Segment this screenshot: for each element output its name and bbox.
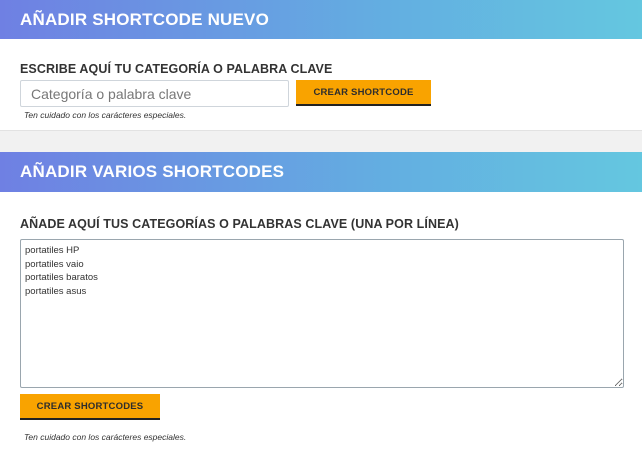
section-separator [0, 130, 642, 152]
create-shortcodes-button[interactable]: CREAR SHORTCODES [20, 394, 160, 420]
keywords-textarea[interactable] [20, 239, 624, 388]
keyword-input[interactable] [20, 80, 289, 107]
single-shortcode-header: AÑADIR SHORTCODE NUEVO [0, 0, 642, 39]
keyword-field-label: ESCRIBE AQUÍ TU CATEGORÍA O PALABRA CLAV… [20, 62, 333, 76]
keywords-textarea-label: AÑADE AQUÍ TUS CATEGORÍAS O PALABRAS CLA… [20, 217, 459, 231]
special-characters-hint-multiple: Ten cuidado con los carácteres especiale… [24, 432, 187, 442]
multiple-shortcodes-header: AÑADIR VARIOS SHORTCODES [0, 152, 642, 192]
special-characters-hint: Ten cuidado con los carácteres especiale… [24, 110, 187, 120]
create-shortcode-button[interactable]: CREAR SHORTCODE [296, 80, 431, 106]
